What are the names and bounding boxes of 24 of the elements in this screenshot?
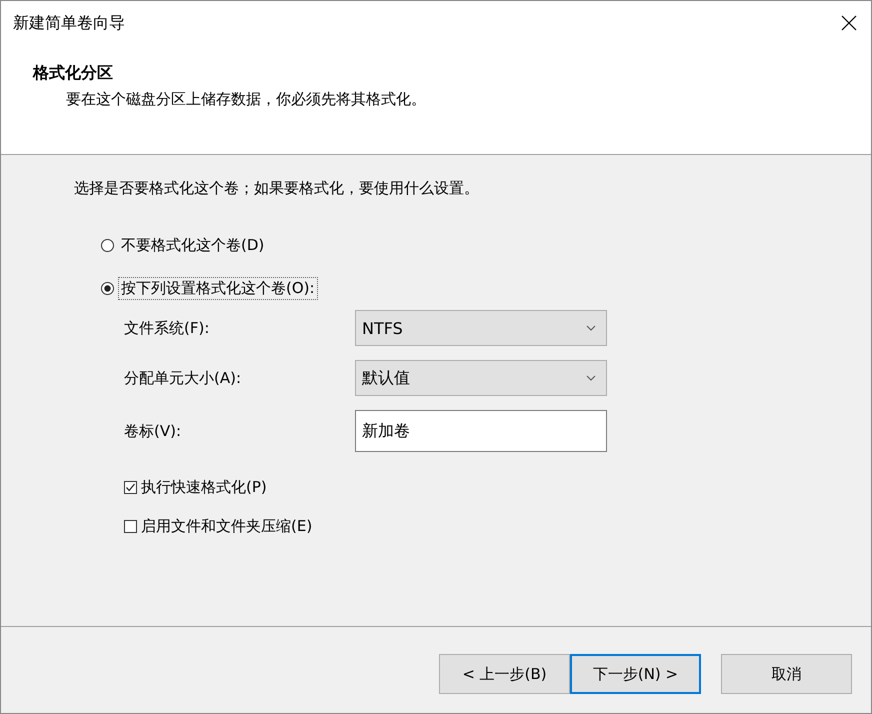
instruction-text: 选择是否要格式化这个卷；如果要格式化，要使用什么设置。	[74, 179, 480, 198]
input-field[interactable]: 新加卷	[355, 410, 607, 452]
checkbox[interactable]	[124, 481, 137, 494]
dropdown[interactable]: 默认值	[355, 360, 607, 396]
radio-button[interactable]	[101, 282, 114, 295]
radio-label[interactable]: 不要格式化这个卷(D)	[118, 234, 268, 257]
page-subtitle: 要在这个磁盘分区上储存数据，你必须先将其格式化。	[65, 90, 427, 109]
checkbox[interactable]	[124, 520, 137, 533]
wizard-button[interactable]: 下一步(N) >	[570, 654, 701, 694]
checkbox-label[interactable]: 启用文件和文件夹压缩(E)	[141, 517, 312, 536]
field-label: 卷标(V):	[124, 422, 182, 440]
wizard-button[interactable]: < 上一步(B)	[439, 654, 570, 694]
chevron-down-icon	[586, 325, 596, 331]
field-label: 分配单元大小(A):	[124, 368, 242, 388]
radio-button[interactable]	[101, 239, 114, 252]
radio-label[interactable]: 按下列设置格式化这个卷(O):	[118, 277, 318, 300]
dropdown[interactable]: NTFS	[355, 310, 607, 346]
close-icon[interactable]	[841, 15, 857, 31]
page-title: 格式化分区	[33, 63, 114, 84]
chevron-down-icon	[586, 375, 596, 381]
wizard-button[interactable]: 取消	[721, 654, 852, 694]
field-label: 文件系统(F):	[124, 318, 210, 338]
checkbox-label[interactable]: 执行快速格式化(P)	[141, 478, 267, 497]
window-title: 新建简单卷向导	[13, 12, 125, 34]
